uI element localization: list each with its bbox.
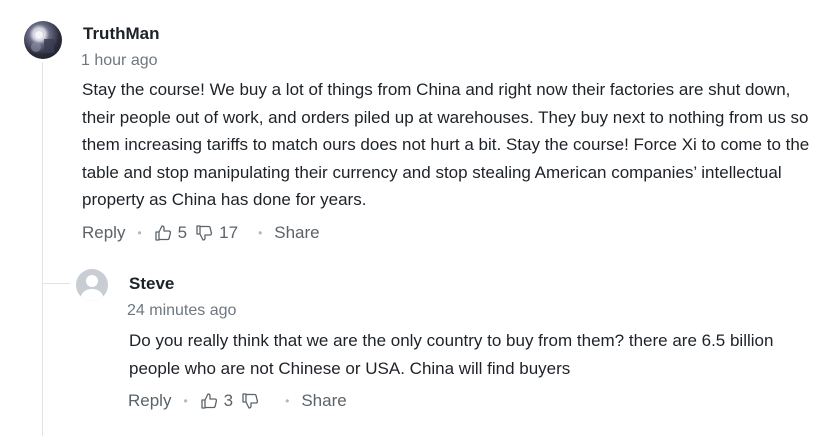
upvote-count: 5	[177, 223, 188, 242]
thread-line	[42, 62, 43, 436]
separator-dot: •	[285, 394, 290, 408]
downvote-count: 17	[219, 223, 239, 242]
comment-timestamp: 1 hour ago	[81, 52, 158, 69]
thumbs-down-icon	[196, 225, 213, 241]
avatar[interactable]	[24, 21, 62, 59]
default-user-icon	[80, 275, 104, 301]
comment-actions: Reply • 3 • Share	[128, 391, 347, 411]
separator-dot: •	[258, 226, 263, 240]
upvote-button[interactable]: 3	[200, 391, 241, 411]
upvote-button[interactable]: 5	[154, 223, 195, 243]
separator-dot: •	[137, 226, 142, 240]
share-button[interactable]: Share	[274, 223, 319, 243]
comment-body: Stay the course! We buy a lot of things …	[82, 80, 810, 209]
comment-author[interactable]: Steve	[129, 274, 174, 294]
comment-body: Do you really think that we are the only…	[129, 331, 774, 378]
user-photo-icon	[31, 31, 54, 53]
downvote-button[interactable]: 17	[195, 223, 246, 243]
avatar[interactable]	[76, 269, 108, 301]
separator-dot: •	[183, 394, 188, 408]
thumbs-down-icon	[242, 393, 259, 409]
thumbs-up-icon	[155, 225, 171, 241]
comment-timestamp: 24 minutes ago	[127, 302, 237, 319]
thumbs-up-icon	[201, 393, 217, 409]
upvote-count: 3	[223, 391, 234, 410]
downvote-button[interactable]	[241, 391, 273, 411]
reply-button[interactable]: Reply	[128, 391, 171, 411]
reply-button[interactable]: Reply	[82, 223, 125, 243]
share-button[interactable]: Share	[301, 391, 346, 411]
comment-author[interactable]: TruthMan	[83, 24, 160, 44]
reply-connector	[42, 283, 70, 284]
comment-actions: Reply • 5 17 • Share	[82, 223, 320, 243]
